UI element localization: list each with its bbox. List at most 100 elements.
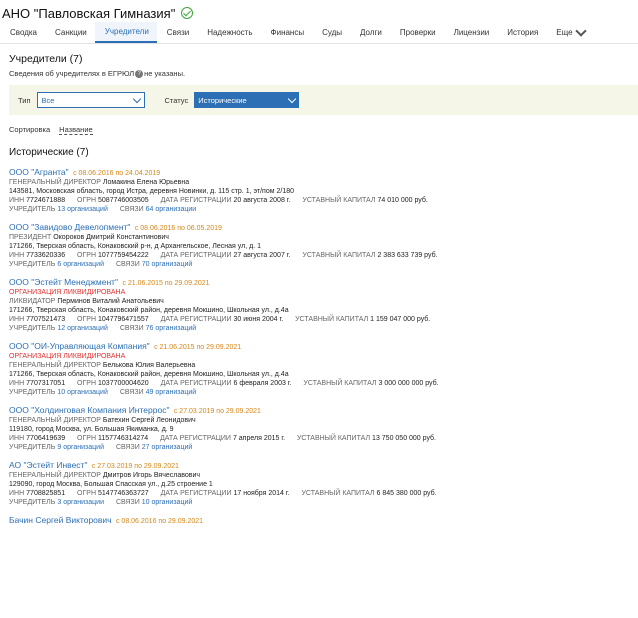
- links-label: Связи: [115, 499, 140, 506]
- chevron-down-icon: [287, 94, 297, 103]
- links-label: Связи: [119, 206, 144, 213]
- ogrn-label: ОГРН: [77, 252, 97, 259]
- tab-debts[interactable]: Долги: [350, 22, 390, 43]
- info-icon[interactable]: ?: [135, 69, 144, 78]
- tab-founders[interactable]: Учредители: [94, 22, 157, 43]
- founders-link[interactable]: 3 организации: [57, 499, 104, 506]
- links-link[interactable]: 76 организаций: [146, 325, 197, 332]
- founders-link[interactable]: 10 организаций: [57, 389, 108, 396]
- inn-label: ИНН: [9, 197, 25, 204]
- founder-entry: АО "Эстейт Инвест" с 27.03.2019 по 29.09…: [9, 460, 629, 506]
- tab-links[interactable]: Связи: [157, 22, 197, 43]
- inn-label: ИНН: [9, 380, 25, 387]
- reg-label: Дата регистрации: [160, 490, 232, 497]
- founder-dates: с 27.03.2019 по 29.09.2021: [91, 463, 179, 470]
- main-content: Учредители (7) Сведения об учредителях в…: [0, 53, 638, 525]
- status-select[interactable]: Исторические: [194, 92, 300, 108]
- founder-label: Учредитель: [9, 261, 56, 268]
- address: 143581, Московская область, город Истра,…: [9, 188, 295, 195]
- links-link[interactable]: 27 организаций: [142, 444, 193, 451]
- founder-name-link[interactable]: ООО "Холдинговая Компания Интеррос": [9, 405, 169, 415]
- tab-courts[interactable]: Суды: [312, 22, 350, 43]
- tab-inspections[interactable]: Проверки: [390, 22, 444, 43]
- filter-bar: Тип Все Статус Исторические: [9, 85, 638, 115]
- founder-dates: с 27.03.2019 по 29.09.2021: [173, 408, 261, 415]
- tab-summary[interactable]: Сводка: [0, 22, 45, 43]
- director-name: Окороков Дмитрий Константинович: [53, 234, 169, 241]
- tab-licenses[interactable]: Лицензии: [444, 22, 498, 43]
- capital-label: Уставный капитал: [303, 380, 377, 387]
- founder-name-link[interactable]: ООО "Завидово Девелопмент": [9, 222, 130, 232]
- chevron-down-icon: [132, 94, 141, 103]
- founders-link[interactable]: 6 организаций: [57, 261, 104, 268]
- links-label: Связи: [119, 325, 144, 332]
- ogrn-value: 1077759454222: [98, 252, 149, 259]
- reg-value: 27 августа 2007 г.: [233, 252, 291, 259]
- capital-label: Уставный капитал: [302, 252, 376, 259]
- group-title: Исторические (7): [9, 147, 89, 158]
- tab-reliability[interactable]: Надежность: [197, 22, 260, 43]
- founder-name-link[interactable]: ООО "ОИ-Управляющая Компания": [9, 341, 150, 351]
- capital-label: Уставный капитал: [301, 490, 375, 497]
- sort-label: Сортировка: [9, 125, 51, 134]
- reg-value: 17 ноября 2014 г.: [233, 490, 290, 497]
- sort-by-name-link[interactable]: Название: [59, 125, 93, 135]
- links-link[interactable]: 10 организаций: [142, 499, 193, 506]
- section-note: Сведения об учредителях в ЕГРЮЛ ? не ука…: [9, 69, 629, 78]
- inn-label: ИНН: [9, 435, 25, 442]
- role-label: Генеральный директор: [9, 179, 101, 186]
- inn-value: 7707317051: [26, 380, 66, 387]
- tab-history[interactable]: История: [497, 22, 546, 43]
- founder-entry: ООО "ОИ-Управляющая Компания" с 21.06.20…: [9, 341, 629, 396]
- section-note-text: Сведения об учредителях в ЕГРЮЛ: [9, 69, 135, 78]
- founder-label: Учредитель: [9, 444, 56, 451]
- capital-value: 13 750 050 000 руб.: [372, 435, 436, 442]
- links-link[interactable]: 70 организаций: [142, 261, 193, 268]
- reg-label: Дата регистрации: [160, 197, 232, 204]
- director-name: Батехин Сергей Леонидович: [102, 417, 196, 424]
- ogrn-value: 5087746003505: [98, 197, 149, 204]
- ogrn-value: 1157746314274: [98, 435, 149, 442]
- ogrn-label: ОГРН: [77, 197, 97, 204]
- founder-entry: ООО "Агранта" с 08.06.2016 по 24.04.2019…: [9, 167, 629, 213]
- founder-name-link[interactable]: ООО "Эстейт Менеджмент": [9, 277, 118, 287]
- address: 171266, Тверская область, Конаковский ра…: [9, 307, 289, 314]
- tab-finance[interactable]: Финансы: [261, 22, 313, 43]
- founder-name-link[interactable]: АО "Эстейт Инвест": [9, 460, 87, 470]
- ogrn-label: ОГРН: [77, 380, 97, 387]
- tab-bar: Сводка Санкции Учредители Связи Надежнос…: [0, 22, 638, 44]
- role-label: Генеральный директор: [9, 472, 101, 479]
- reg-label: Дата регистрации: [160, 252, 232, 259]
- verified-check-icon: [181, 7, 194, 19]
- role-label: Генеральный директор: [9, 417, 101, 424]
- capital-value: 1 159 047 000 руб.: [370, 316, 431, 323]
- capital-value: 6 845 380 000 руб.: [376, 490, 437, 497]
- founders-link[interactable]: 13 организаций: [57, 206, 108, 213]
- reg-label: Дата регистрации: [160, 316, 232, 323]
- director-name: Ломакина Елена Юрьевна: [102, 179, 190, 186]
- tab-sanctions[interactable]: Санкции: [45, 22, 95, 43]
- role-label: Генеральный директор: [9, 362, 101, 369]
- company-title: АНО "Павловская Гимназия": [2, 5, 176, 21]
- sort-row: Сортировка Название: [9, 125, 629, 135]
- founders-link[interactable]: 12 организаций: [57, 325, 108, 332]
- type-select[interactable]: Все: [36, 92, 145, 108]
- director-name: Перминов Виталий Анатольевич: [57, 298, 164, 305]
- role-label: Президент: [9, 234, 52, 241]
- inn-label: ИНН: [9, 316, 25, 323]
- links-link[interactable]: 64 организации: [146, 206, 197, 213]
- role-label: Ликвидатор: [9, 298, 56, 305]
- founder-label: Учредитель: [9, 325, 56, 332]
- founders-link[interactable]: 9 организаций: [57, 444, 104, 451]
- status-filter-label: Статус: [164, 95, 189, 105]
- founder-name-link[interactable]: Бачин Сергей Викторович: [9, 515, 112, 525]
- director-name: Белькова Юлия Валерьевна: [102, 362, 196, 369]
- tab-more[interactable]: Еще: [546, 22, 592, 43]
- founder-label: Учредитель: [9, 499, 56, 506]
- founder-name-link[interactable]: ООО "Агранта": [9, 167, 69, 177]
- links-label: Связи: [119, 389, 144, 396]
- liquidated-badge: Организация ликвидирована: [9, 353, 126, 360]
- links-link[interactable]: 49 организаций: [146, 389, 197, 396]
- founder-entry: ООО "Завидово Девелопмент" с 08.06.2016 …: [9, 222, 629, 268]
- director-name: Дмитров Игорь Вячеславович: [102, 472, 201, 479]
